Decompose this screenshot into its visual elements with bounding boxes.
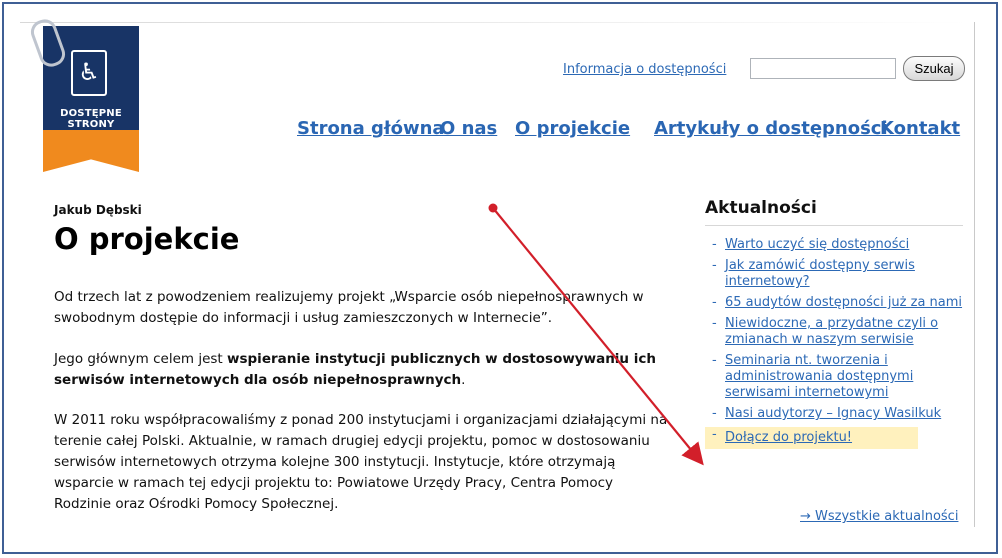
page-title: O projekcie [54, 222, 240, 256]
news-item[interactable]: 65 audytów dostępności już za nami [705, 295, 965, 311]
logo-orange-ribbon [43, 130, 139, 172]
news-item[interactable]: Seminaria nt. tworzenia i administrowani… [705, 353, 965, 401]
search-button[interactable]: Szukaj [903, 56, 965, 81]
nav-home[interactable]: Strona główna [297, 118, 445, 139]
paragraph-2-prefix: Jego głównym celem jest [54, 351, 228, 367]
news-item[interactable]: Niewidoczne, a przydatne czyli o zmianac… [705, 316, 965, 348]
article-paragraph-3: W 2011 roku współpracowaliśmy z ponad 20… [54, 412, 668, 512]
article-paragraph-2: Jego głównym celem jest wspieranie insty… [54, 349, 674, 391]
news-item[interactable]: Nasi audytorzy – Ignacy Wasilkuk [705, 406, 965, 422]
logo-line-2: STRONY [67, 119, 115, 130]
paragraph-2-suffix: . [461, 372, 466, 388]
nav-about-project[interactable]: O projekcie [515, 118, 630, 139]
news-heading: Aktualności [705, 198, 817, 218]
article-paragraph-1: Od trzech lat z powodzeniem realizujemy … [54, 289, 644, 326]
nav-about-us[interactable]: O nas [440, 118, 497, 139]
nav-accessibility-articles[interactable]: Artykuły o dostępności [654, 118, 888, 139]
accessibility-info-link[interactable]: Informacja o dostępności [563, 62, 726, 77]
search-input[interactable] [750, 58, 896, 79]
news-item[interactable]: Warto uczyć się dostępności [705, 237, 965, 253]
article-author: Jakub Dębski [54, 203, 142, 217]
nav-contact[interactable]: Kontakt [880, 118, 960, 139]
header-top-line [20, 22, 970, 23]
right-page-border [974, 22, 975, 527]
document-accessibility-icon: ♿ [71, 50, 107, 96]
all-news-link[interactable]: → Wszystkie aktualności [800, 509, 958, 524]
logo-line-1: DOSTĘPNE [60, 108, 122, 119]
logo-text: DOSTĘPNE STRONY [43, 108, 139, 130]
news-heading-divider [705, 225, 963, 226]
join-project-news-item[interactable]: Dołącz do projektu! [705, 427, 918, 449]
news-list: Warto uczyć się dostępności Jak zamówić … [705, 237, 965, 454]
news-item[interactable]: Jak zamówić dostępny serwis internetowy? [705, 258, 965, 290]
